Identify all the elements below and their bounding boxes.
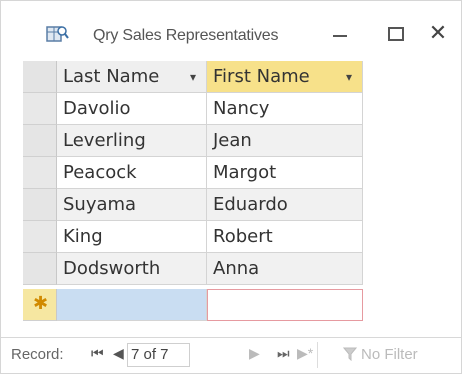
record-selector[interactable]	[23, 189, 57, 221]
cell-last-name[interactable]: Dodsworth	[57, 253, 207, 285]
cell-first-name[interactable]: Eduardo	[207, 189, 363, 221]
record-selector[interactable]	[23, 221, 57, 253]
cell-first-name[interactable]: Margot	[207, 157, 363, 189]
maximize-button[interactable]	[379, 19, 413, 49]
record-selector[interactable]	[23, 93, 57, 125]
sort-dropdown-icon[interactable]: ▾	[346, 61, 352, 92]
maximize-icon	[388, 27, 404, 41]
new-record-icon: ✱	[33, 293, 49, 314]
record-selector[interactable]	[23, 125, 57, 157]
record-navigation-bar: Record: ⏮ ◀ 7 of 7 ▶ ⏭ ▶* No Filter	[1, 337, 461, 372]
record-selector[interactable]	[23, 253, 57, 285]
cell-last-name[interactable]: King	[57, 221, 207, 253]
close-button[interactable]: ✕	[421, 19, 455, 49]
query-icon	[46, 26, 69, 42]
divider	[317, 342, 318, 368]
new-cell-last-name[interactable]	[57, 289, 207, 321]
sort-dropdown-icon[interactable]: ▾	[190, 61, 196, 92]
column-header-last-name[interactable]: Last Name ▾	[57, 61, 207, 93]
next-record-icon[interactable]: ▶	[249, 345, 260, 362]
new-cell-first-name[interactable]	[207, 289, 363, 321]
cell-first-name[interactable]: Jean	[207, 125, 363, 157]
cell-last-name[interactable]: Suyama	[57, 189, 207, 221]
record-selector[interactable]	[23, 157, 57, 189]
close-icon: ✕	[428, 21, 448, 46]
cell-first-name[interactable]: Robert	[207, 221, 363, 253]
first-record-icon[interactable]: ⏮	[91, 345, 104, 362]
new-record-selector[interactable]: ✱	[23, 289, 57, 321]
query-window: Qry Sales Representatives ✕ Last Name ▾ …	[0, 0, 462, 374]
title-bar[interactable]: Qry Sales Representatives ✕	[1, 1, 461, 53]
column-header-first-name[interactable]: First Name ▾	[207, 61, 363, 93]
new-record-icon[interactable]: ▶*	[297, 345, 313, 362]
current-record-input[interactable]: 7 of 7	[127, 343, 190, 367]
record-label: Record:	[11, 346, 64, 363]
previous-record-icon[interactable]: ◀	[113, 345, 124, 362]
no-filter-button[interactable]: No Filter	[361, 346, 418, 363]
cell-last-name[interactable]: Leverling	[57, 125, 207, 157]
filter-icon[interactable]	[343, 347, 357, 361]
last-record-icon[interactable]: ⏭	[277, 345, 290, 362]
select-all-button[interactable]	[23, 61, 57, 93]
cell-last-name[interactable]: Davolio	[57, 93, 207, 125]
cell-last-name[interactable]: Peacock	[57, 157, 207, 189]
cell-first-name[interactable]: Anna	[207, 253, 363, 285]
minimize-icon	[333, 35, 347, 37]
cell-first-name[interactable]: Nancy	[207, 93, 363, 125]
window-title: Qry Sales Representatives	[93, 27, 279, 44]
minimize-button[interactable]	[323, 19, 357, 49]
